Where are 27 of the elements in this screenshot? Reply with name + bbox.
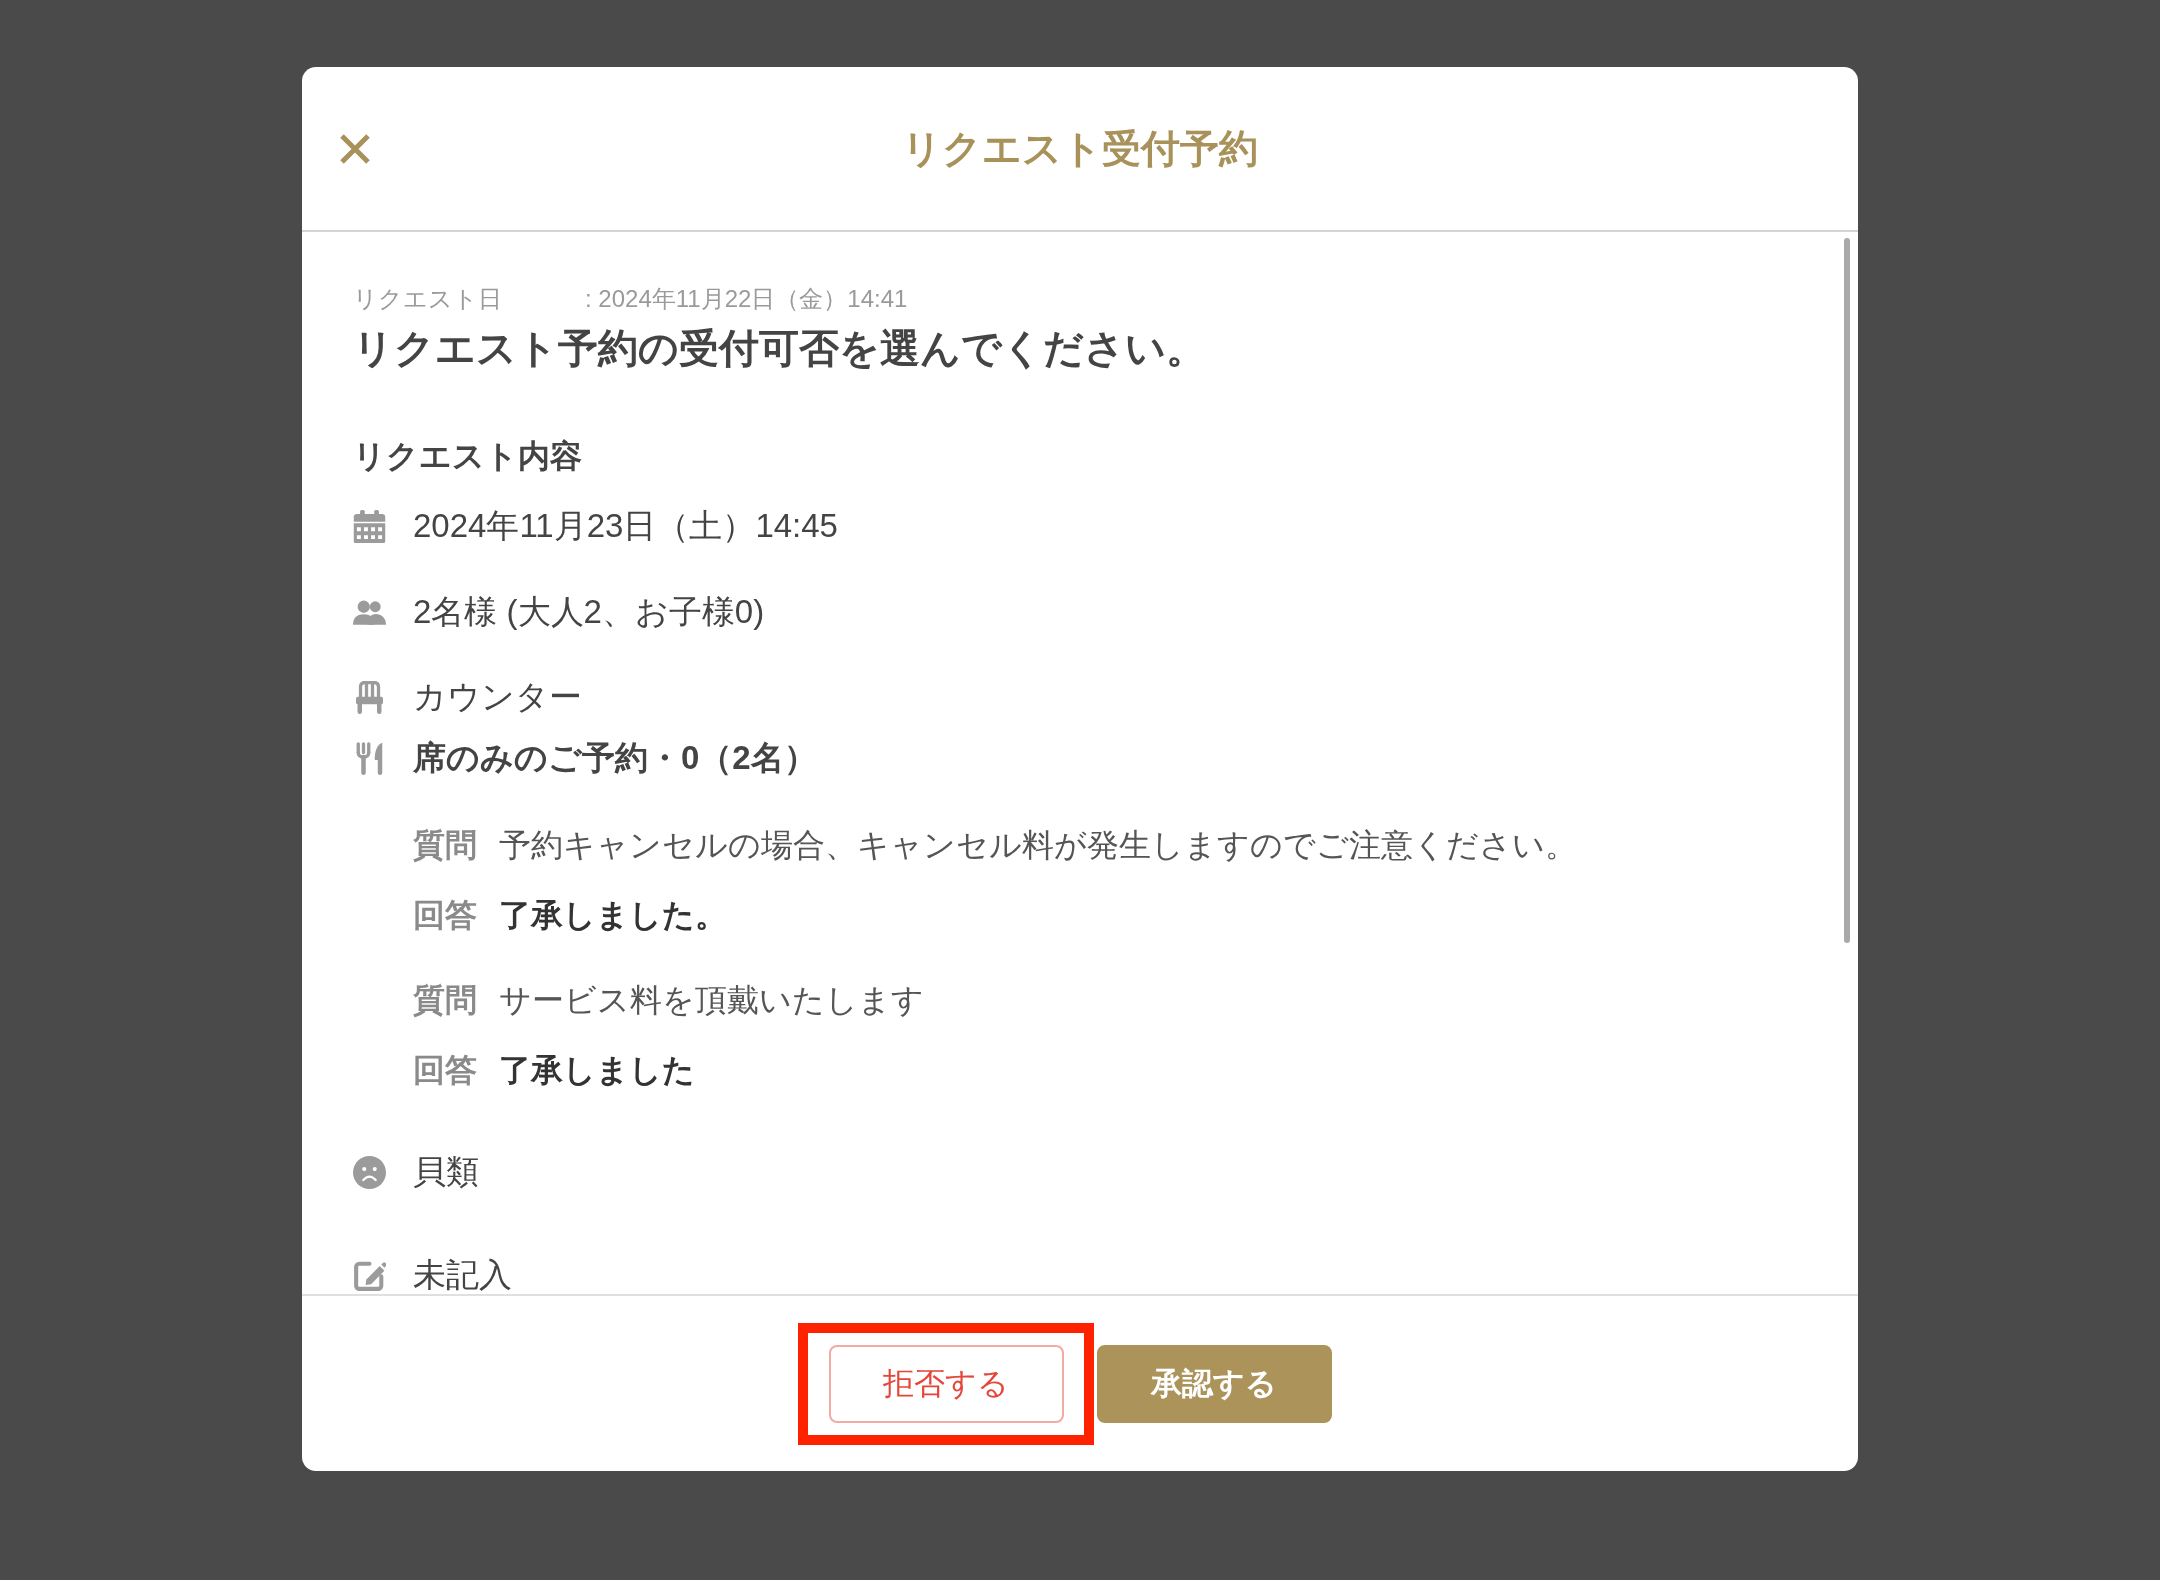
request-date-value: : 2024年11月22日（金）14:41 — [585, 284, 908, 314]
question-label: 質問 — [413, 826, 477, 865]
dialog-title: リクエスト受付予約 — [902, 125, 1258, 172]
approve-button[interactable]: 承認する — [1096, 1344, 1332, 1423]
close-button[interactable] — [340, 133, 370, 164]
notes-text: 未記入 — [413, 1255, 512, 1294]
answer-label: 回答 — [413, 896, 477, 935]
question-label: 質問 — [413, 981, 477, 1020]
question-text: 予約キャンセルの場合、キャンセル料が発生しますのでご注意ください。 — [499, 826, 1577, 865]
scrollbar[interactable] — [1844, 238, 1850, 943]
section-heading: リクエスト内容 — [353, 437, 582, 476]
question-text: サービス料を頂戴いたします — [499, 981, 924, 1020]
answer-text: 了承しました — [499, 1051, 695, 1090]
close-icon — [340, 133, 370, 164]
reject-button[interactable]: 拒否する — [828, 1344, 1064, 1423]
chair-icon — [353, 680, 386, 714]
prompt-heading: リクエスト予約の受付可否を選んでください。 — [353, 325, 1206, 372]
allergy-text: 貝類 — [413, 1152, 479, 1192]
course-text: 席のみのご予約・0（2名） — [413, 738, 817, 778]
answer-text: 了承しました。 — [499, 896, 727, 935]
date-text: 2024年11月23日（土）14:45 — [413, 506, 838, 546]
sad-face-icon — [353, 1155, 386, 1189]
seat-text: カウンター — [413, 677, 582, 717]
request-date-label: リクエスト日 — [353, 284, 502, 314]
calendar-icon — [353, 509, 386, 543]
guests-text: 2名様 (大人2、お子様0) — [413, 592, 765, 632]
answer-label: 回答 — [413, 1051, 477, 1090]
